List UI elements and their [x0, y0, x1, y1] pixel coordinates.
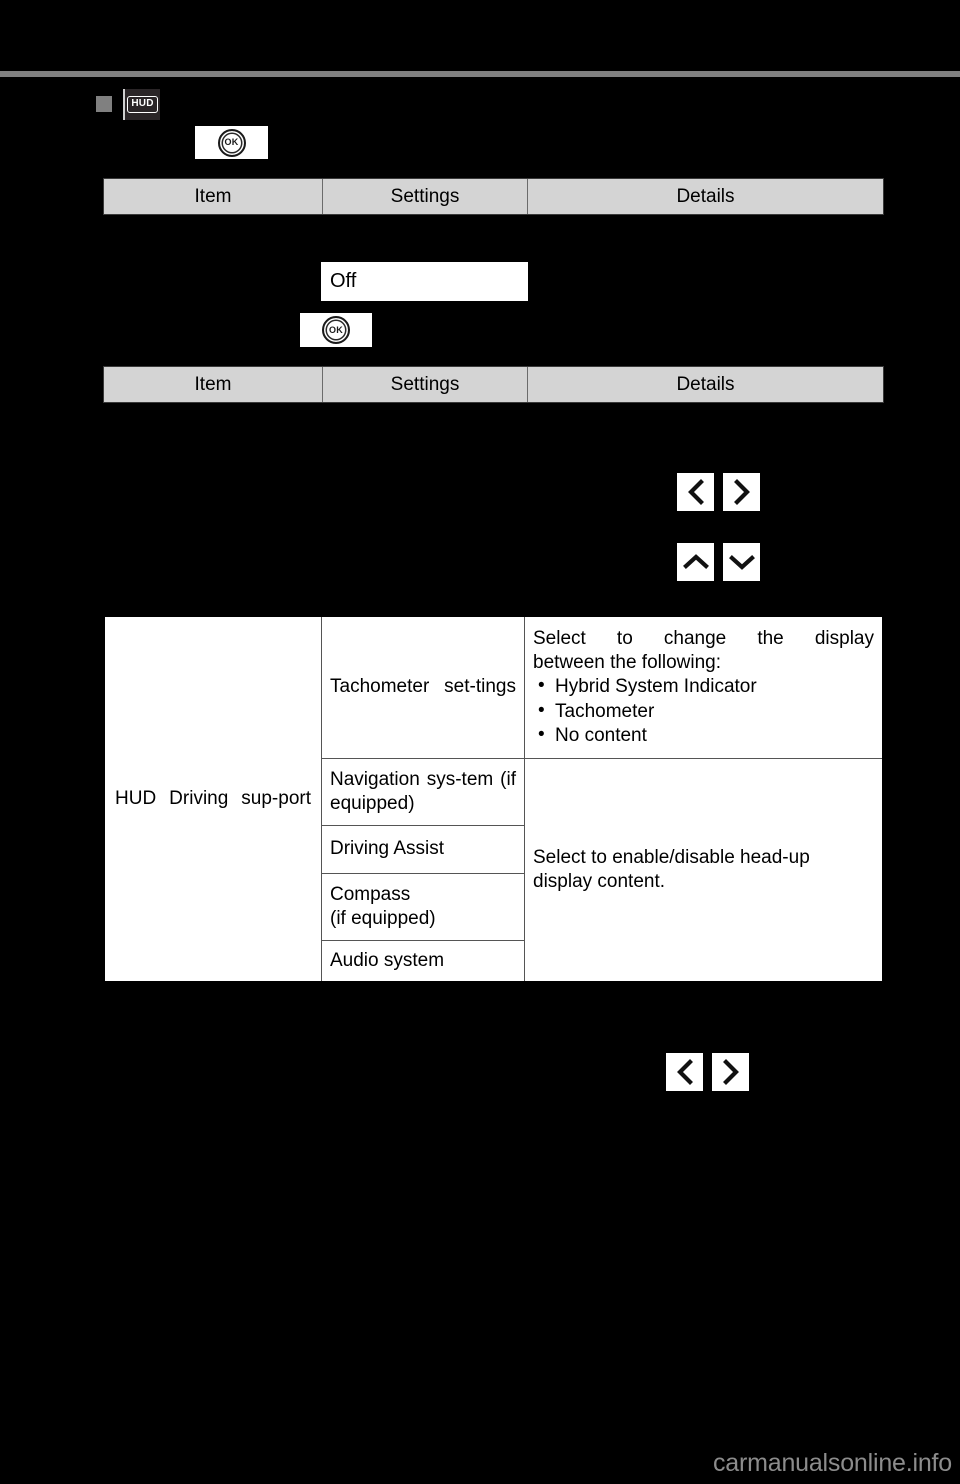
- column-header-table-2: Item Settings Details: [103, 366, 884, 403]
- table-row[interactable]: Audio system: [322, 941, 524, 981]
- chevron-right-icon[interactable]: [723, 473, 760, 511]
- table-column-settings: Tachometer set-tings Navigation sys-tem …: [322, 617, 525, 981]
- hud-badge-label: HUD: [127, 95, 158, 113]
- chevron-group-left-right-top: [677, 473, 760, 511]
- details-intro-line-2: between the following:: [533, 652, 722, 674]
- table-row[interactable]: Driving Assist: [322, 826, 524, 874]
- table-row[interactable]: Tachometer set-tings: [322, 617, 524, 759]
- list-item: Tachometer: [533, 699, 874, 724]
- settings-detail-table: HUD Driving sup-port Tachometer set-ting…: [103, 615, 884, 983]
- column-header-item: Item: [104, 367, 323, 402]
- table-cell-details-tachometer: Select to change the display between the…: [525, 617, 882, 759]
- setting-label-compass-note: (if equipped): [330, 908, 436, 929]
- square-bullet-icon: [96, 96, 112, 112]
- setting-label-driving-assist: Driving Assist: [330, 838, 445, 860]
- column-header-settings: Settings: [323, 367, 528, 402]
- list-item: No content: [533, 723, 874, 748]
- chevron-right-icon[interactable]: [712, 1053, 749, 1091]
- setting-label-compass: Compass: [330, 883, 411, 905]
- setting-value-box-off[interactable]: Off: [321, 262, 528, 301]
- setting-label-navigation-system: Navigation sys-tem (if equipped): [330, 768, 516, 814]
- chevron-group-left-right-bottom: [666, 1053, 749, 1091]
- column-header-details: Details: [676, 185, 735, 207]
- hud-section-heading: HUD: [96, 88, 160, 120]
- chevron-left-icon[interactable]: [666, 1053, 703, 1091]
- chevron-group-up-down: [677, 543, 760, 581]
- column-header-details: Details: [676, 373, 735, 395]
- setting-label-tachometer-settings: Tachometer set-tings: [330, 676, 516, 698]
- column-header-settings: Settings: [323, 179, 528, 214]
- list-item: Hybrid System Indicator: [533, 674, 874, 699]
- ok-button-icon: OK: [322, 316, 350, 344]
- ok-button-label: OK: [328, 324, 344, 335]
- table-cell-item-hud-driving-support: HUD Driving sup-port: [105, 617, 322, 981]
- table-cell-details-merged: Select to enable/disable head-up display…: [525, 759, 882, 981]
- details-bullet-list: Hybrid System Indicator Tachometer No co…: [533, 674, 874, 748]
- ok-button-icon: OK: [217, 128, 246, 157]
- details-merged-text: Select to enable/disable head-up display…: [533, 846, 810, 892]
- hud-badge-icon: HUD: [123, 88, 160, 120]
- table-row[interactable]: Navigation sys-tem (if equipped): [322, 759, 524, 826]
- table-row[interactable]: Compass (if equipped): [322, 874, 524, 941]
- column-header-item: Item: [104, 179, 323, 214]
- table-column-details: Select to change the display between the…: [525, 617, 882, 981]
- details-intro-line-1: Select to change the display: [533, 627, 874, 649]
- ok-button-label: OK: [224, 137, 239, 147]
- ok-button-chip-secondary[interactable]: OK: [300, 313, 372, 347]
- chevron-left-icon[interactable]: [677, 473, 714, 511]
- item-label: HUD Driving sup-port: [115, 787, 311, 809]
- chevron-down-icon[interactable]: [723, 543, 760, 581]
- chevron-up-icon[interactable]: [677, 543, 714, 581]
- column-header-table-1: Item Settings Details: [103, 178, 884, 215]
- ok-button-chip-primary[interactable]: OK: [195, 126, 268, 159]
- setting-label-audio-system: Audio system: [330, 949, 445, 971]
- header-divider-rule: [0, 71, 960, 77]
- footer-watermark: carmanualsonline.info: [712, 1449, 952, 1477]
